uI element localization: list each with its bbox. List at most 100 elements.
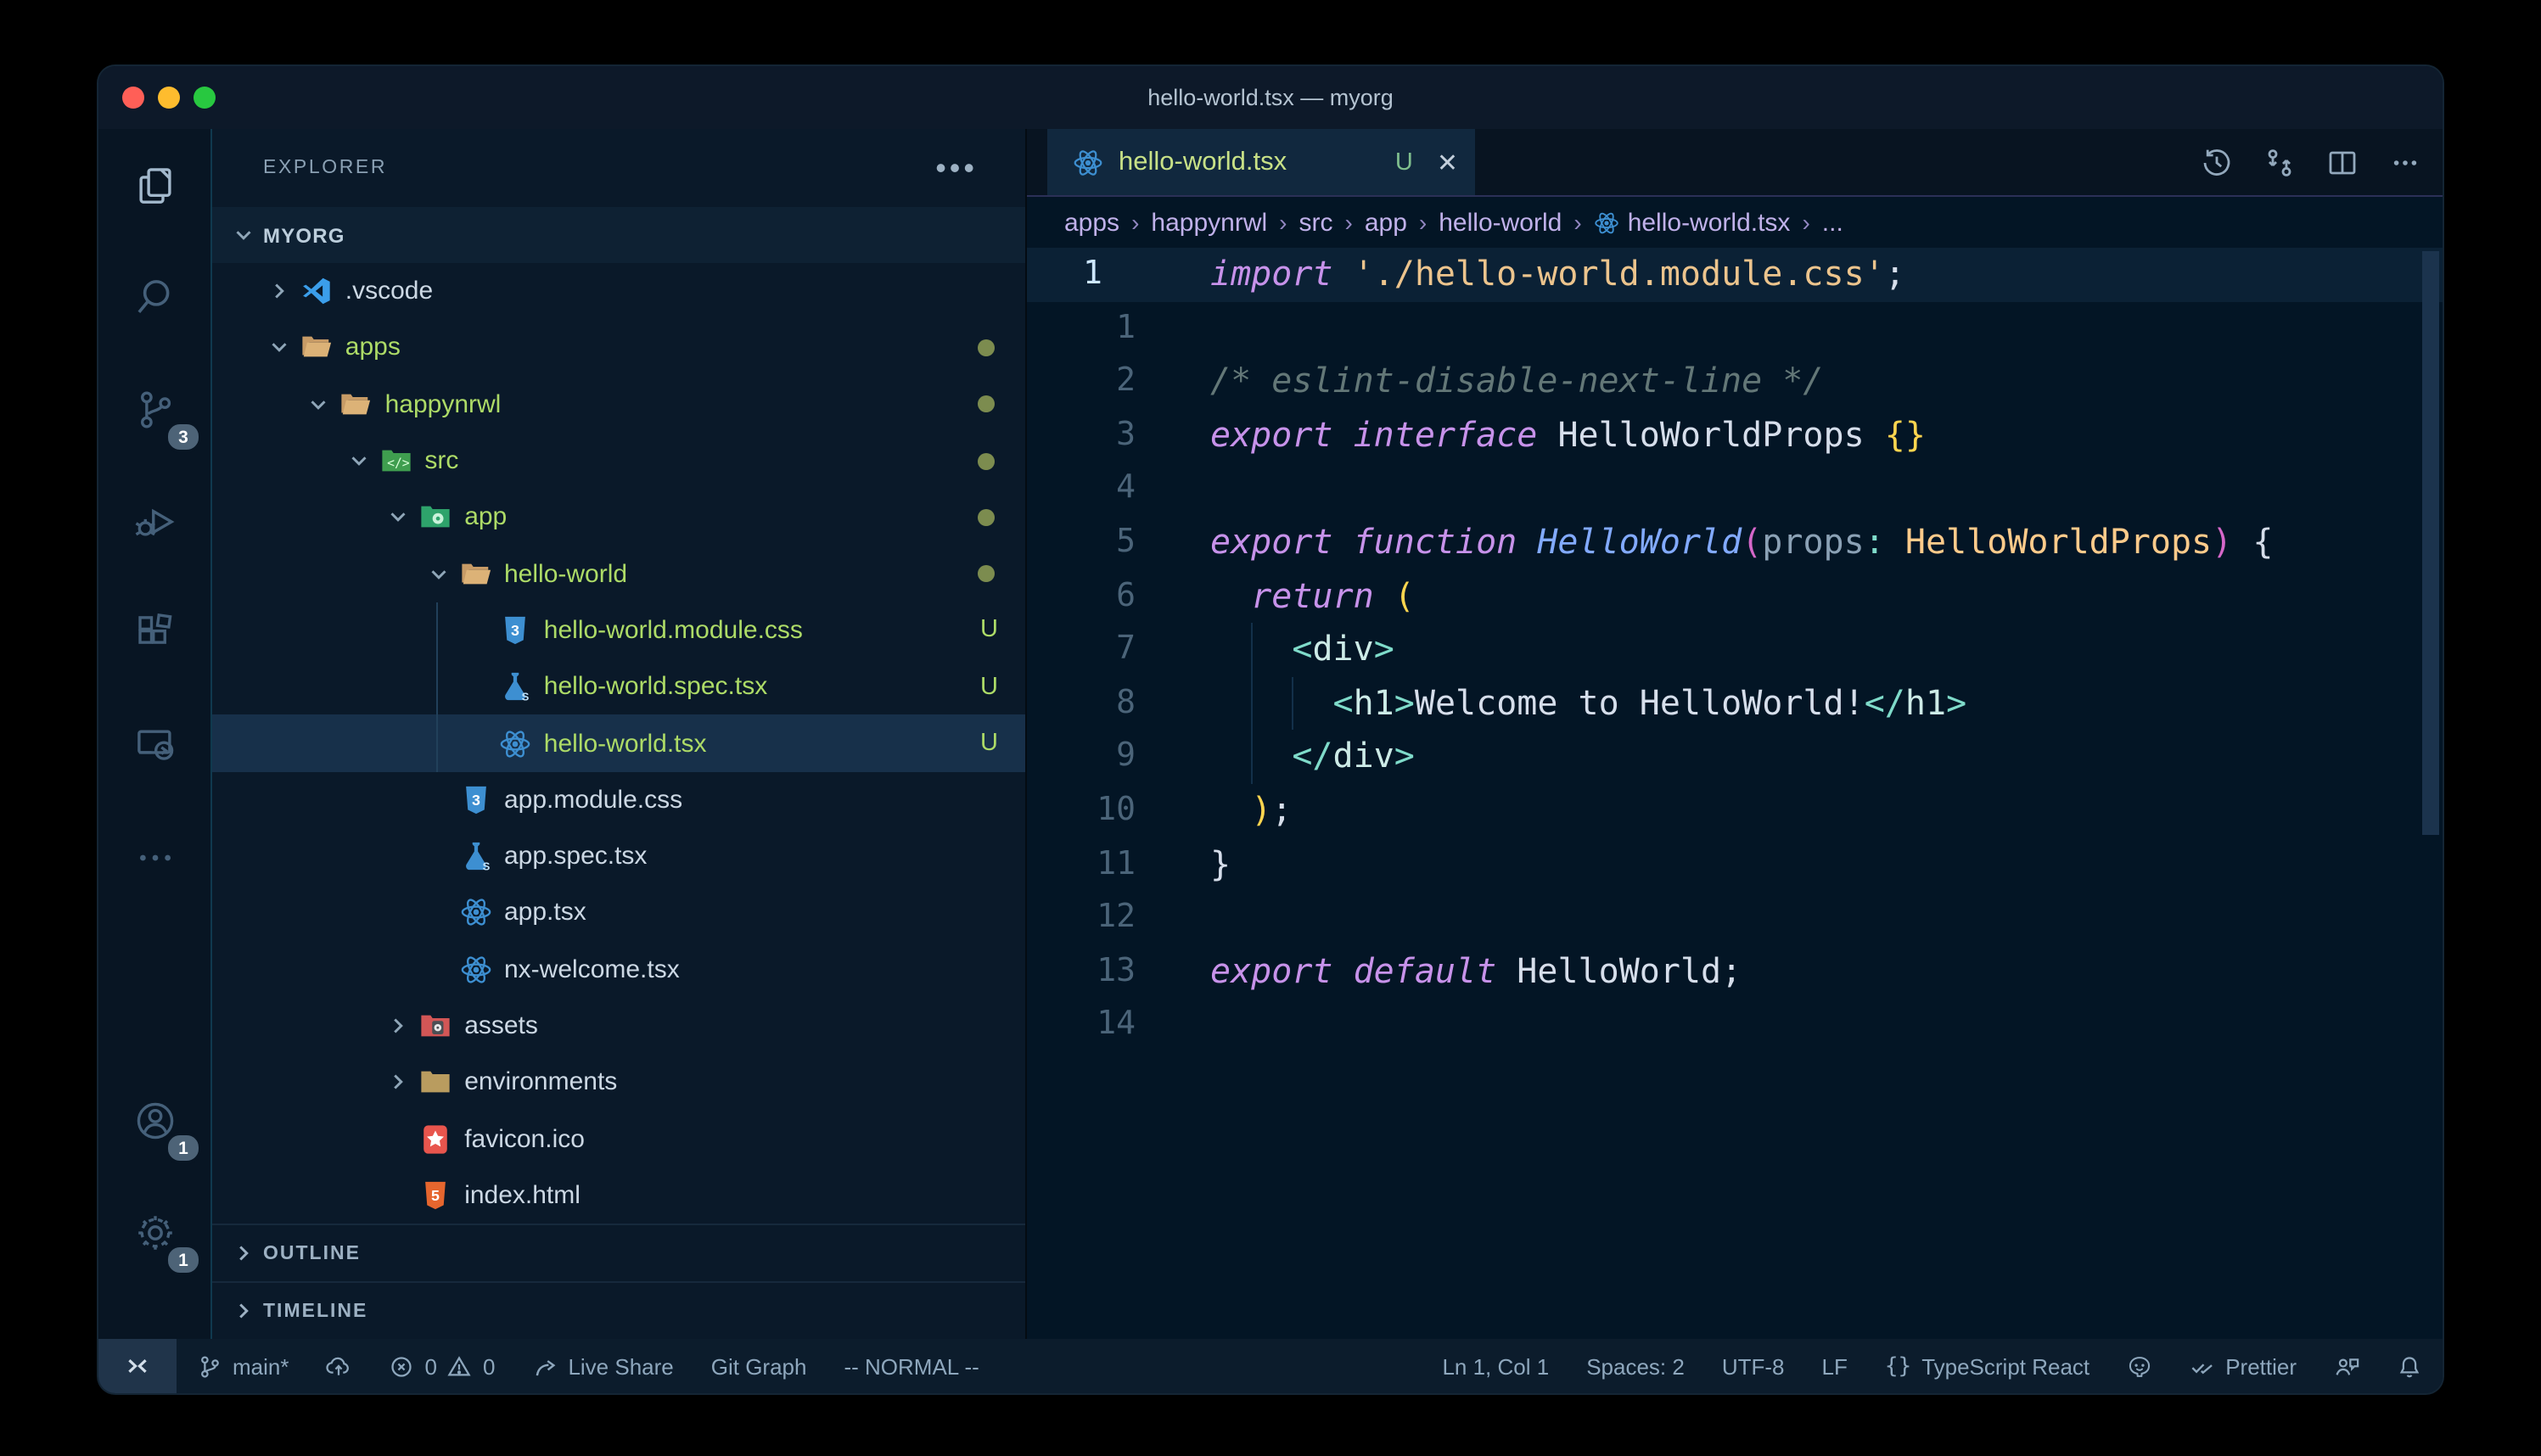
tree-item-app[interactable]: app bbox=[212, 489, 1025, 546]
html-icon: 5 bbox=[418, 1179, 452, 1212]
zoom-window-button[interactable] bbox=[194, 87, 216, 109]
close-icon[interactable]: ✕ bbox=[1437, 147, 1458, 177]
status-item-live-share[interactable]: Live Share bbox=[532, 1353, 673, 1379]
breadcrumb-item-src[interactable]: src bbox=[1299, 208, 1333, 237]
indent-guide bbox=[1292, 677, 1293, 731]
code-line[interactable]: 8 <h1>Welcome to HelloWorld!</h1> bbox=[1027, 677, 2443, 731]
status-item-octoface[interactable] bbox=[2127, 1353, 2152, 1379]
tree-item-app.module.css[interactable]: 3app.module.css bbox=[212, 771, 1025, 828]
tree-item-environments[interactable]: environments bbox=[212, 1054, 1025, 1111]
editor-action-open-changes[interactable] bbox=[2263, 145, 2297, 179]
tree-item-hello-world.module.css[interactable]: 3hello-world.module.cssU bbox=[212, 602, 1025, 659]
code-line[interactable]: 3export interface HelloWorldProps {} bbox=[1027, 409, 2443, 462]
breadcrumb-item-hello-world[interactable]: hello-world bbox=[1439, 208, 1562, 237]
activity-item-search[interactable] bbox=[98, 241, 210, 353]
panel-header-timeline[interactable]: TIMELINE bbox=[212, 1281, 1025, 1339]
activity-item-extensions[interactable] bbox=[98, 577, 210, 689]
remote-indicator[interactable] bbox=[98, 1339, 177, 1393]
chevron-down-icon bbox=[345, 447, 372, 474]
status-item-problems[interactable]: 00 bbox=[390, 1353, 496, 1379]
status-item-encoding[interactable]: UTF-8 bbox=[1722, 1353, 1785, 1379]
svg-text:3: 3 bbox=[471, 792, 480, 809]
tree-item-hello-world.spec.tsx[interactable]: Shello-world.spec.tsxU bbox=[212, 658, 1025, 715]
breadcrumb-label: hello-world bbox=[1439, 208, 1562, 237]
activity-item-run-debug[interactable] bbox=[98, 465, 210, 577]
status-item-git-branch[interactable]: main* bbox=[197, 1353, 289, 1379]
tree-item-src[interactable]: </>src bbox=[212, 433, 1025, 490]
breadcrumb-item-apps[interactable]: apps bbox=[1064, 208, 1119, 237]
activity-bar-top: 3 bbox=[98, 129, 210, 913]
editor-action-history[interactable] bbox=[2200, 145, 2234, 179]
status-item-vim-mode[interactable]: -- NORMAL -- bbox=[844, 1353, 979, 1379]
tree-item-.vscode[interactable]: .vscode bbox=[212, 263, 1025, 320]
status-item-sync[interactable] bbox=[327, 1353, 352, 1379]
explorer-section-myorg[interactable]: MYORG bbox=[212, 207, 1025, 263]
activity-item-source-control[interactable]: 3 bbox=[98, 353, 210, 465]
code-line[interactable]: 6 return ( bbox=[1027, 569, 2443, 623]
branch-icon bbox=[197, 1353, 222, 1379]
more-actions-icon[interactable]: ••• bbox=[935, 160, 978, 176]
status-item-indentation[interactable]: Spaces: 2 bbox=[1586, 1353, 1685, 1379]
editor-action-split-editor[interactable] bbox=[2325, 145, 2359, 179]
minimize-window-button[interactable] bbox=[158, 87, 180, 109]
activity-item-remote-explorer[interactable] bbox=[98, 689, 210, 801]
react-icon bbox=[458, 953, 492, 985]
code-text bbox=[1136, 301, 1210, 355]
breadcrumb-item-...[interactable]: ... bbox=[1822, 208, 1843, 237]
code-line[interactable]: 10 ); bbox=[1027, 784, 2443, 837]
tree-item-favicon.ico[interactable]: favicon.ico bbox=[212, 1111, 1025, 1168]
tree-item-nx-welcome.tsx[interactable]: nx-welcome.tsx bbox=[212, 941, 1025, 998]
breadcrumb-item-happynrwl[interactable]: happynrwl bbox=[1151, 208, 1267, 237]
activity-item-settings[interactable]: 1 bbox=[98, 1176, 210, 1288]
code-line[interactable]: 4 bbox=[1027, 462, 2443, 516]
status-item-notifications[interactable] bbox=[2397, 1353, 2422, 1379]
chevron-right-icon bbox=[229, 1297, 256, 1324]
tab-hello-world-tsx[interactable]: hello-world.tsx U ✕ bbox=[1047, 129, 1475, 195]
tree-item-label: apps bbox=[345, 333, 401, 362]
tree-item-index.html[interactable]: 5index.html bbox=[212, 1168, 1025, 1224]
react-icon bbox=[498, 727, 532, 759]
code-line[interactable]: 13export default HelloWorld; bbox=[1027, 944, 2443, 998]
panel-header-outline[interactable]: OUTLINE bbox=[212, 1224, 1025, 1281]
code-line[interactable]: 1 bbox=[1027, 301, 2443, 355]
tree-item-app.spec.tsx[interactable]: Sapp.spec.tsx bbox=[212, 828, 1025, 885]
code-line[interactable]: 1import './hello-world.module.css'; bbox=[1027, 248, 2443, 301]
status-item-language-mode[interactable]: {}TypeScript React bbox=[1885, 1353, 2089, 1379]
activity-item-more[interactable] bbox=[98, 801, 210, 913]
tree-indent-guide bbox=[436, 602, 438, 772]
code-text: ); bbox=[1136, 784, 1292, 837]
breadcrumb-item-hello-world.tsx[interactable]: hello-world.tsx bbox=[1594, 208, 1791, 237]
code-text bbox=[1136, 462, 1210, 516]
folder-open-icon bbox=[339, 388, 373, 420]
code-text: <h1>Welcome to HelloWorld!</h1> bbox=[1136, 677, 1966, 731]
tree-item-label: hello-world.spec.tsx bbox=[544, 672, 767, 701]
status-item-prettier[interactable]: Prettier bbox=[2190, 1353, 2297, 1379]
code-line[interactable]: 11} bbox=[1027, 837, 2443, 891]
code-line[interactable]: 9 </div> bbox=[1027, 731, 2443, 784]
chevron-none-icon bbox=[464, 730, 491, 757]
activity-item-accounts[interactable]: 1 bbox=[98, 1064, 210, 1176]
status-item-eol[interactable]: LF bbox=[1822, 1353, 1848, 1379]
tree-item-label: happynrwl bbox=[385, 389, 502, 418]
code-line[interactable]: 2/* eslint-disable-next-line */ bbox=[1027, 355, 2443, 408]
tree-item-happynrwl[interactable]: happynrwl bbox=[212, 376, 1025, 433]
code-line[interactable]: 7 <div> bbox=[1027, 623, 2443, 676]
code-line[interactable]: 12 bbox=[1027, 891, 2443, 944]
tree-item-assets[interactable]: assets bbox=[212, 998, 1025, 1055]
breadcrumb-item-app[interactable]: app bbox=[1365, 208, 1407, 237]
code-line[interactable]: 14 bbox=[1027, 999, 2443, 1052]
status-item-cursor-position[interactable]: Ln 1, Col 1 bbox=[1442, 1353, 1549, 1379]
editor-action-more-actions[interactable] bbox=[2388, 145, 2422, 179]
double-check-icon bbox=[2190, 1353, 2215, 1379]
code-area[interactable]: 1import './hello-world.module.css';12/* … bbox=[1027, 248, 2443, 1339]
status-item-feedback[interactable] bbox=[2334, 1353, 2359, 1379]
tree-item-app.tsx[interactable]: app.tsx bbox=[212, 885, 1025, 942]
tree-item-hello-world[interactable]: hello-world bbox=[212, 546, 1025, 602]
tree-item-apps[interactable]: apps bbox=[212, 320, 1025, 377]
close-window-button[interactable] bbox=[122, 87, 144, 109]
activity-item-explorer[interactable] bbox=[98, 129, 210, 241]
code-line[interactable]: 5export function HelloWorld(props: Hello… bbox=[1027, 516, 2443, 569]
vertical-scrollbar[interactable] bbox=[2422, 251, 2439, 835]
status-item-git-graph[interactable]: Git Graph bbox=[711, 1353, 807, 1379]
tree-item-hello-world.tsx[interactable]: hello-world.tsxU bbox=[212, 715, 1025, 772]
